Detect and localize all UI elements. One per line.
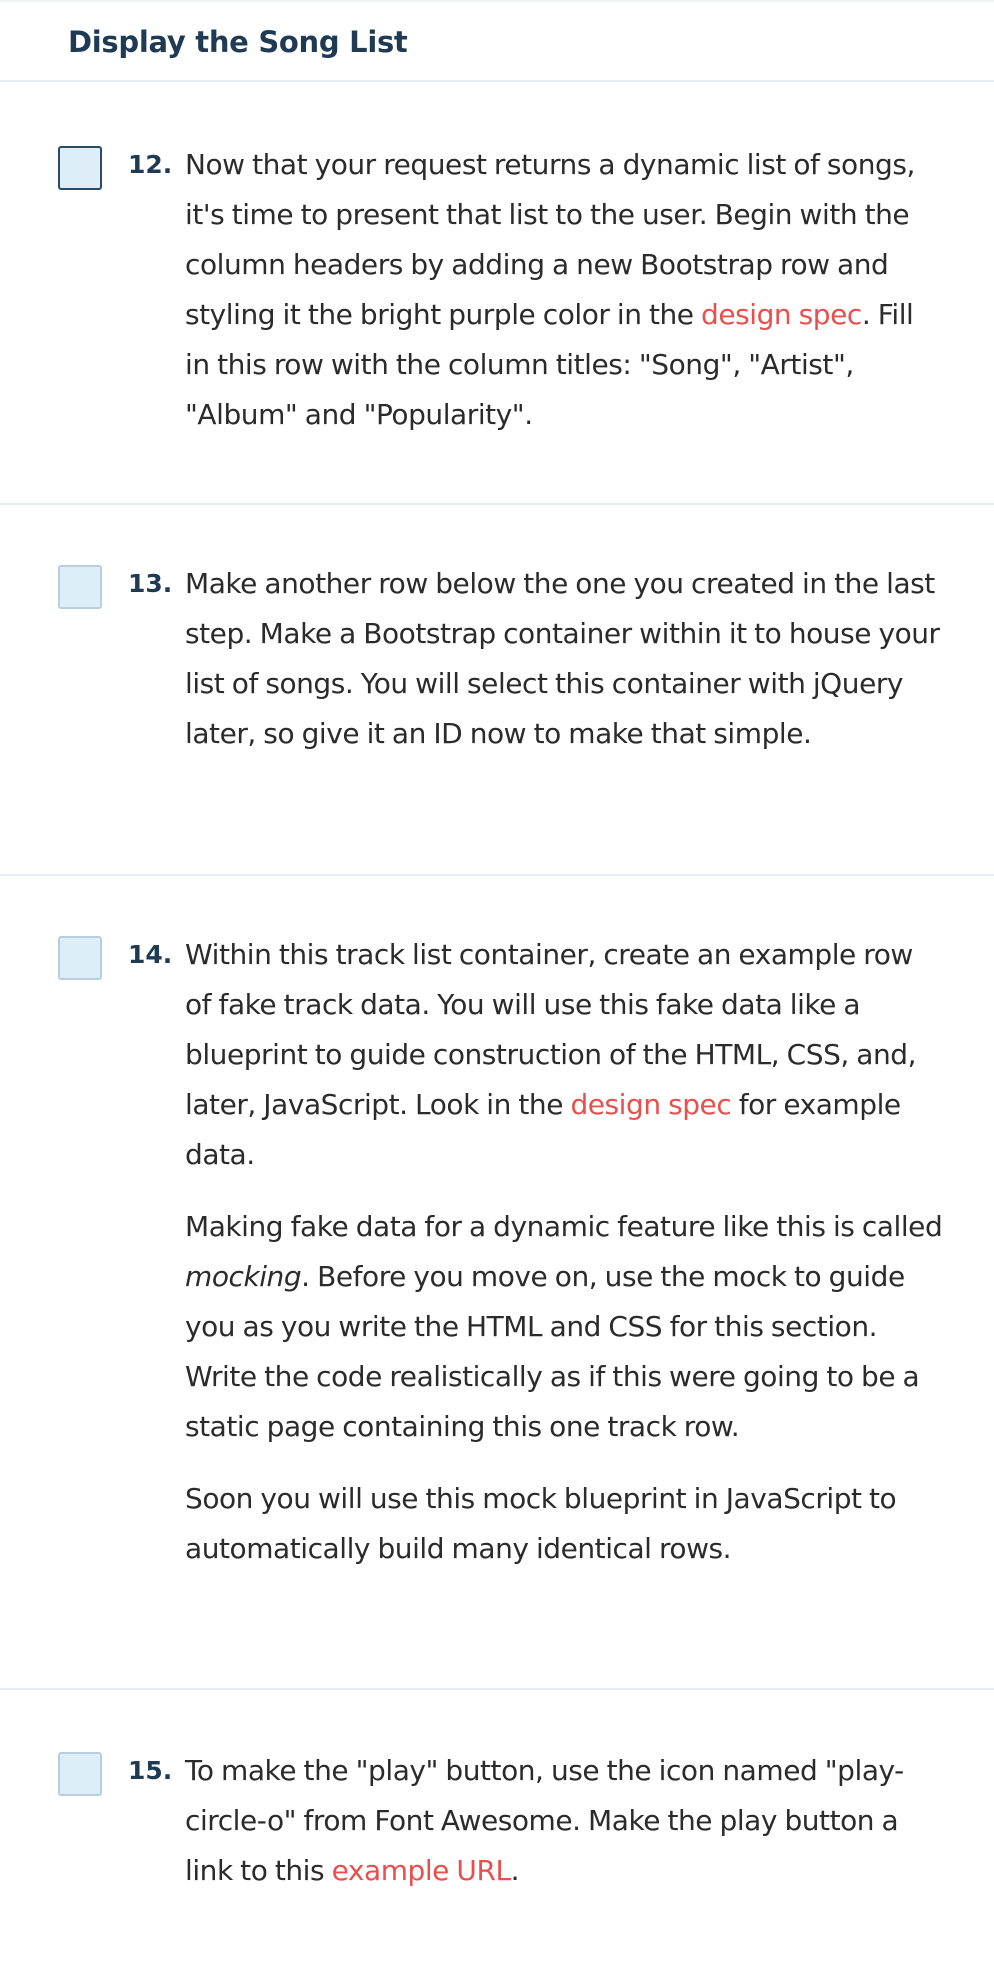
step-14-paragraph-2: Making fake data for a dynamic feature l… <box>185 1202 945 1452</box>
step-15-body: To make the "play" button, use the icon … <box>185 1746 945 1896</box>
step-15-checkbox[interactable] <box>58 1752 102 1796</box>
step-12-paragraph: Now that your request returns a dynamic … <box>185 140 945 440</box>
step-14-body: Within this track list container, create… <box>185 930 945 1574</box>
step-14-mocking-before: Making fake data for a dynamic feature l… <box>185 1210 943 1243</box>
section-header: Display the Song List <box>0 0 994 82</box>
step-15-number: 15. <box>128 1756 173 1785</box>
step-13-checkbox[interactable] <box>58 565 102 609</box>
step-14-number: 14. <box>128 940 173 969</box>
step-15-text-after: . <box>510 1854 520 1887</box>
step-14: 14. Within this track list container, cr… <box>0 876 994 1690</box>
step-15-paragraph: To make the "play" button, use the icon … <box>185 1746 945 1896</box>
step-12: 12. Now that your request returns a dyna… <box>0 82 994 505</box>
step-15: 15. To make the "play" button, use the i… <box>0 1690 994 1964</box>
step-13-body: Make another row below the one you creat… <box>185 559 945 759</box>
design-spec-link[interactable]: design spec <box>570 1088 731 1121</box>
step-12-number: 12. <box>128 150 173 179</box>
design-spec-link[interactable]: design spec <box>701 298 862 331</box>
section-title: Display the Song List <box>68 25 408 59</box>
step-14-paragraph-1: Within this track list container, create… <box>185 930 945 1180</box>
mocking-term: mocking <box>185 1260 302 1293</box>
step-12-body: Now that your request returns a dynamic … <box>185 140 945 440</box>
step-13-number: 13. <box>128 569 173 598</box>
step-14-checkbox[interactable] <box>58 936 102 980</box>
step-13: 13. Make another row below the one you c… <box>0 505 994 876</box>
example-url-link[interactable]: example URL <box>332 1854 511 1887</box>
step-13-paragraph: Make another row below the one you creat… <box>185 567 940 750</box>
step-12-checkbox[interactable] <box>58 146 102 190</box>
step-14-paragraph-3: Soon you will use this mock blueprint in… <box>185 1482 897 1565</box>
step-15-text-before: To make the "play" button, use the icon … <box>185 1754 904 1887</box>
page: Display the Song List 12. Now that your … <box>0 0 994 1964</box>
